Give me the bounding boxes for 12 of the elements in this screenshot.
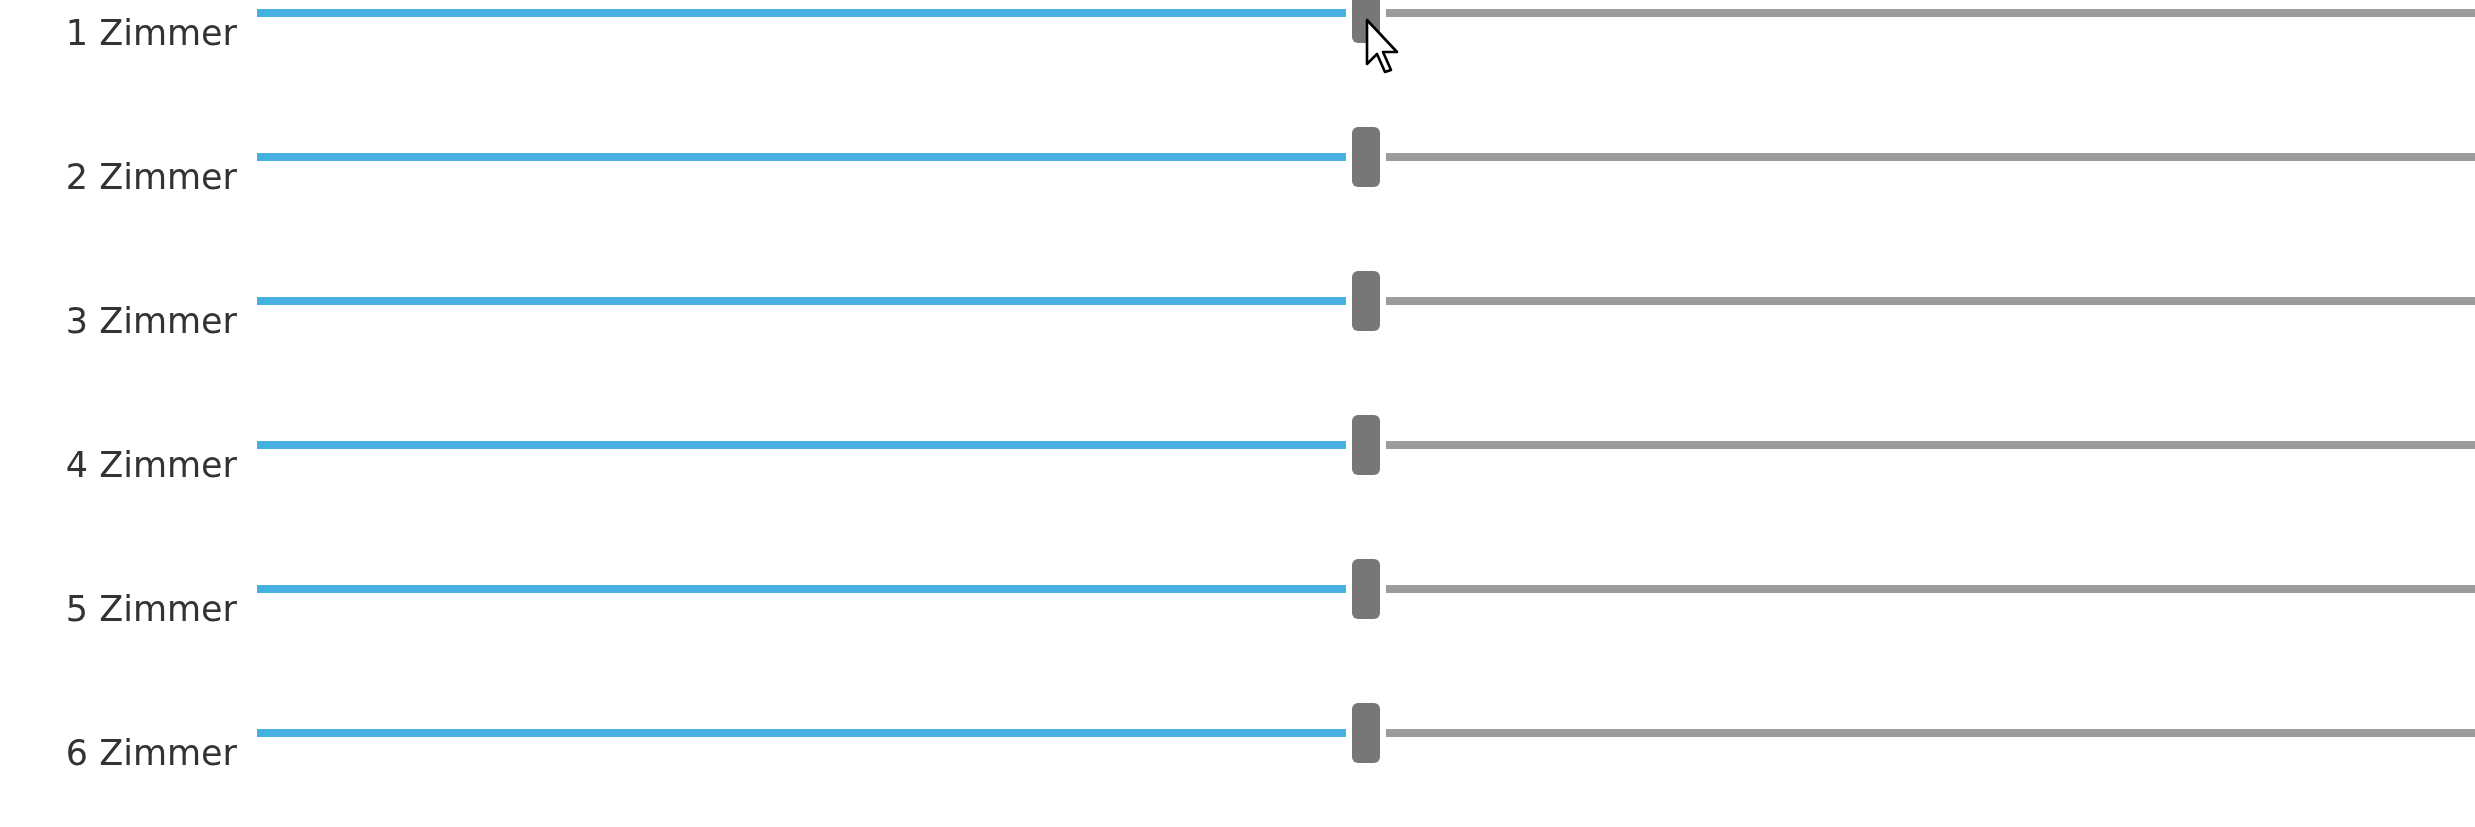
slider-track[interactable] (257, 9, 2475, 17)
slider-label: 5 Zimmer (65, 589, 237, 629)
slider-label: 6 Zimmer (65, 733, 237, 773)
slider-label: 4 Zimmer (65, 445, 237, 485)
slider-track[interactable] (257, 441, 2475, 449)
slider-label: 1 Zimmer (65, 13, 237, 53)
slider-label: 2 Zimmer (65, 157, 237, 197)
slider-track[interactable] (257, 297, 2475, 305)
slider-track[interactable] (257, 729, 2475, 737)
slider-track[interactable] (257, 585, 2475, 593)
slider-track[interactable] (257, 153, 2475, 161)
slider-label: 3 Zimmer (65, 301, 237, 341)
